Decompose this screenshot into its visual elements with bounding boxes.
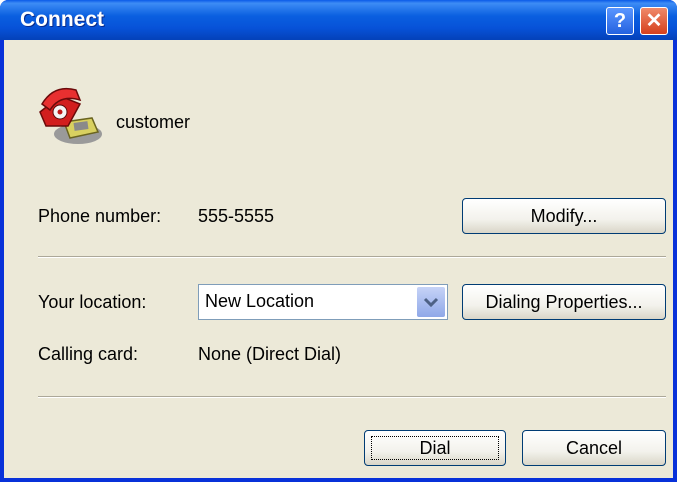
cancel-button-label: Cancel: [565, 438, 623, 458]
modify-button[interactable]: Modify...: [462, 198, 666, 234]
telephone-icon: [39, 87, 102, 144]
help-icon: ?: [613, 10, 627, 32]
phone-number-value: 555-5555: [198, 206, 275, 226]
dial-button[interactable]: Dial: [364, 430, 506, 466]
cancel-button[interactable]: Cancel: [522, 430, 666, 466]
chevron-down-icon[interactable]: [417, 287, 445, 317]
phone-number-label: Phone number:: [38, 206, 162, 226]
title-bar[interactable]: Connect ? ✕: [0, 0, 677, 40]
close-button[interactable]: ✕: [640, 7, 668, 35]
calling-card-label: Calling card:: [38, 344, 139, 364]
calling-card-value: None (Direct Dial): [198, 344, 342, 364]
dialing-properties-label: Dialing Properties...: [485, 292, 643, 312]
connection-name: customer: [116, 112, 191, 132]
close-icon: ✕: [645, 10, 663, 32]
dialog-body: customer Phone number: 555-5555 Modify..…: [4, 40, 673, 478]
dialing-properties-button[interactable]: Dialing Properties...: [462, 284, 666, 320]
modify-button-label: Modify...: [530, 206, 598, 226]
location-label: Your location:: [38, 292, 147, 312]
connect-dialog-window: Connect ? ✕ customer Phone number: 555-5…: [0, 0, 677, 482]
separator-top: [38, 256, 666, 258]
separator-bottom: [38, 396, 666, 398]
window-title: Connect: [20, 8, 104, 31]
focus-indicator: [371, 436, 499, 460]
location-selected-value: New Location: [205, 291, 315, 311]
location-dropdown[interactable]: New Location: [198, 284, 448, 320]
help-button[interactable]: ?: [606, 7, 634, 35]
